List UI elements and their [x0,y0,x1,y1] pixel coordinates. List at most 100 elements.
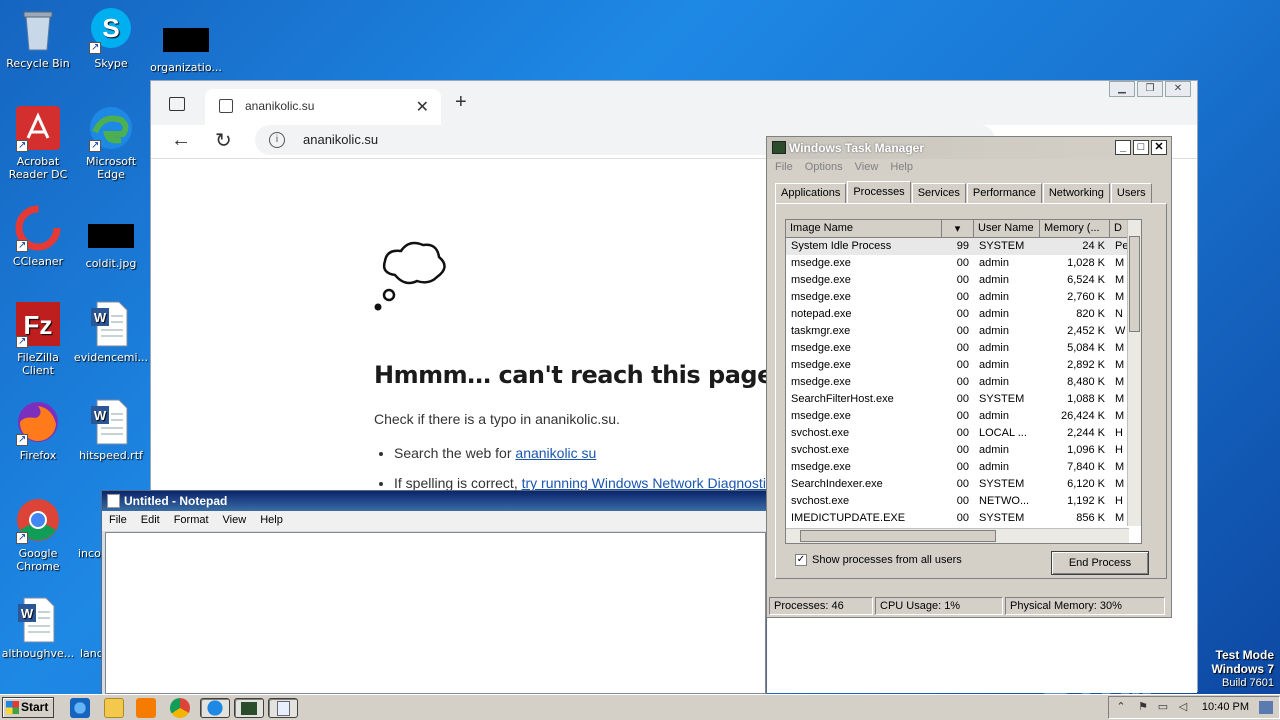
column-description[interactable]: D [1110,220,1128,238]
process-row[interactable]: svchost.exe 00 LOCAL ... 2,244 K H [786,425,1141,442]
desktop-icon-skype[interactable]: S Skype [73,6,149,70]
tab-users[interactable]: Users [1110,183,1152,203]
process-row[interactable]: IMEDICTUPDATE.EXE 00 SYSTEM 856 K M [786,510,1141,527]
back-arrow-icon[interactable]: ← [171,129,191,152]
process-row[interactable]: msedge.exe 00 admin 5,084 K M [786,340,1141,357]
scroll-thumb[interactable] [1129,236,1140,332]
menu-view[interactable]: View [223,514,247,531]
action-center-flag-icon[interactable]: ⚑ [1137,701,1149,714]
show-all-processes-option[interactable]: ✓ Show processes from all users [795,554,962,566]
desktop-icon-evidence[interactable]: W evidencemi... [73,300,149,364]
volume-icon[interactable]: ◁ [1177,701,1189,714]
desktop-icon-organization[interactable]: organizatio... [148,24,224,74]
desktop-icon-recycle-bin[interactable]: Recycle Bin [0,6,76,70]
tab-networking[interactable]: Networking [1042,183,1110,203]
clock[interactable]: 10:40 PM [1202,701,1249,713]
notepad-taskbar-icon[interactable] [268,698,298,718]
menu-file[interactable]: File [109,514,127,531]
menu-help[interactable]: Help [260,514,283,531]
menu-view[interactable]: View [855,161,879,177]
start-button[interactable]: Start [2,697,54,718]
network-icon[interactable]: ▭ [1157,701,1169,714]
close-button[interactable]: ✕ [1151,140,1167,155]
process-row[interactable]: msedge.exe 00 admin 2,760 K M [786,289,1141,306]
desktop-icon-incon[interactable]: incon [60,496,108,560]
process-row[interactable]: svchost.exe 00 admin 1,096 K H [786,442,1141,459]
process-description: H [1115,495,1123,507]
tab-actions-icon[interactable] [169,97,185,111]
chrome-icon[interactable] [170,698,190,718]
process-row[interactable]: msedge.exe 00 admin 8,480 K M [786,374,1141,391]
tab-processes[interactable]: Processes [847,181,911,203]
process-row[interactable]: msedge.exe 00 admin 1,028 K M [786,255,1141,272]
tab-performance[interactable]: Performance [966,183,1042,203]
network-diagnostics-link[interactable]: try running Windows Network Diagnostic [522,475,773,491]
process-row[interactable]: svchost.exe 00 NETWO... 1,192 K H [786,493,1141,510]
error-subtitle: Check if there is a typo in ananikolic.s… [374,411,620,427]
notepad-text-area[interactable] [105,532,766,694]
desktop-icon-hitspeed[interactable]: W hitspeed.rtf [73,398,149,462]
info-icon[interactable]: i [269,132,285,148]
process-memory: 26,424 K [1060,410,1105,422]
process-row[interactable]: SearchFilterHost.exe 00 SYSTEM 1,088 K M [786,391,1141,408]
desktop-icon-land[interactable]: land [62,596,104,660]
new-tab-icon[interactable]: + [455,91,467,114]
desktop-icon-acrobat[interactable]: Acrobat Reader DC [0,104,76,181]
column-image-name[interactable]: Image Name [786,220,942,238]
process-row[interactable]: notepad.exe 00 admin 820 K N [786,306,1141,323]
desktop-icon-filezilla[interactable]: Fz FileZilla Client [0,300,76,377]
browser-tab[interactable]: ananikolic.su ✕ [205,89,441,125]
vertical-scrollbar[interactable] [1127,220,1141,526]
column-user-name[interactable]: User Name [974,220,1040,238]
close-tab-icon[interactable]: ✕ [416,97,429,117]
media-player-icon[interactable] [136,698,156,718]
tab-applications[interactable]: Applications [775,183,847,203]
menu-format[interactable]: Format [174,514,209,531]
minimize-button[interactable]: _ [1115,140,1131,155]
desktop-icon-edge[interactable]: Microsoft Edge [73,104,149,181]
edge-taskbar-icon[interactable] [200,698,230,718]
process-row[interactable]: System Idle Process 99 SYSTEM 24 K Pe [786,238,1141,255]
process-row[interactable]: SearchIndexer.exe 00 SYSTEM 6,120 K M [786,476,1141,493]
show-desktop-icon[interactable] [1259,701,1273,714]
show-all-checkbox[interactable]: ✓ [795,554,807,566]
process-row[interactable]: msedge.exe 00 admin 7,840 K M [786,459,1141,476]
maximize-button[interactable]: □ [1133,140,1149,155]
desktop-icon-firefox[interactable]: Firefox [0,398,76,462]
menu-options[interactable]: Options [805,161,843,177]
column-cpu[interactable]: ▾ [942,220,974,238]
address-text[interactable]: ananikolic.su [303,132,378,147]
show-hidden-icons-icon[interactable]: ⌃ [1115,701,1127,714]
reload-icon[interactable]: ↻ [215,128,232,153]
column-memory[interactable]: Memory (... [1040,220,1110,238]
close-button[interactable]: ✕ [1165,81,1191,97]
menu-edit[interactable]: Edit [141,514,160,531]
maximize-button[interactable]: ❐ [1137,81,1163,97]
menu-file[interactable]: File [775,161,793,177]
process-row[interactable]: msedge.exe 00 admin 26,424 K M [786,408,1141,425]
process-name: msedge.exe [791,410,851,422]
task-manager-taskbar-icon[interactable] [234,698,264,718]
process-row[interactable]: taskmgr.exe 00 admin 2,452 K W [786,323,1141,340]
task-manager-titlebar[interactable]: Windows Task Manager _ □ ✕ [767,137,1171,159]
show-all-label: Show processes from all users [812,554,962,566]
end-process-button[interactable]: End Process [1051,551,1149,575]
search-web-link[interactable]: ananikolic su [515,445,596,461]
internet-explorer-icon[interactable] [70,698,90,718]
file-explorer-icon[interactable] [104,698,124,718]
minimize-button[interactable]: ▁ [1109,81,1135,97]
redacted-file-icon [162,28,210,58]
scroll-thumb[interactable] [800,530,996,542]
firefox-icon [14,398,62,446]
tab-services[interactable]: Services [911,183,966,203]
suggestion-search: Search the web for ananikolic su [394,445,773,461]
process-row[interactable]: msedge.exe 00 admin 2,892 K M [786,357,1141,374]
horizontal-scrollbar[interactable] [786,528,1129,543]
process-list[interactable]: Image Name ▾ User Name Memory (... D Sys… [785,219,1142,544]
menu-help[interactable]: Help [890,161,913,177]
process-name: notepad.exe [791,308,852,320]
desktop-icon-coldit[interactable]: coldit.jpg [73,222,149,270]
desktop-icon-ccleaner[interactable]: CCleaner [0,204,76,268]
notepad-titlebar[interactable]: Untitled - Notepad [102,491,766,511]
process-row[interactable]: msedge.exe 00 admin 6,524 K M [786,272,1141,289]
